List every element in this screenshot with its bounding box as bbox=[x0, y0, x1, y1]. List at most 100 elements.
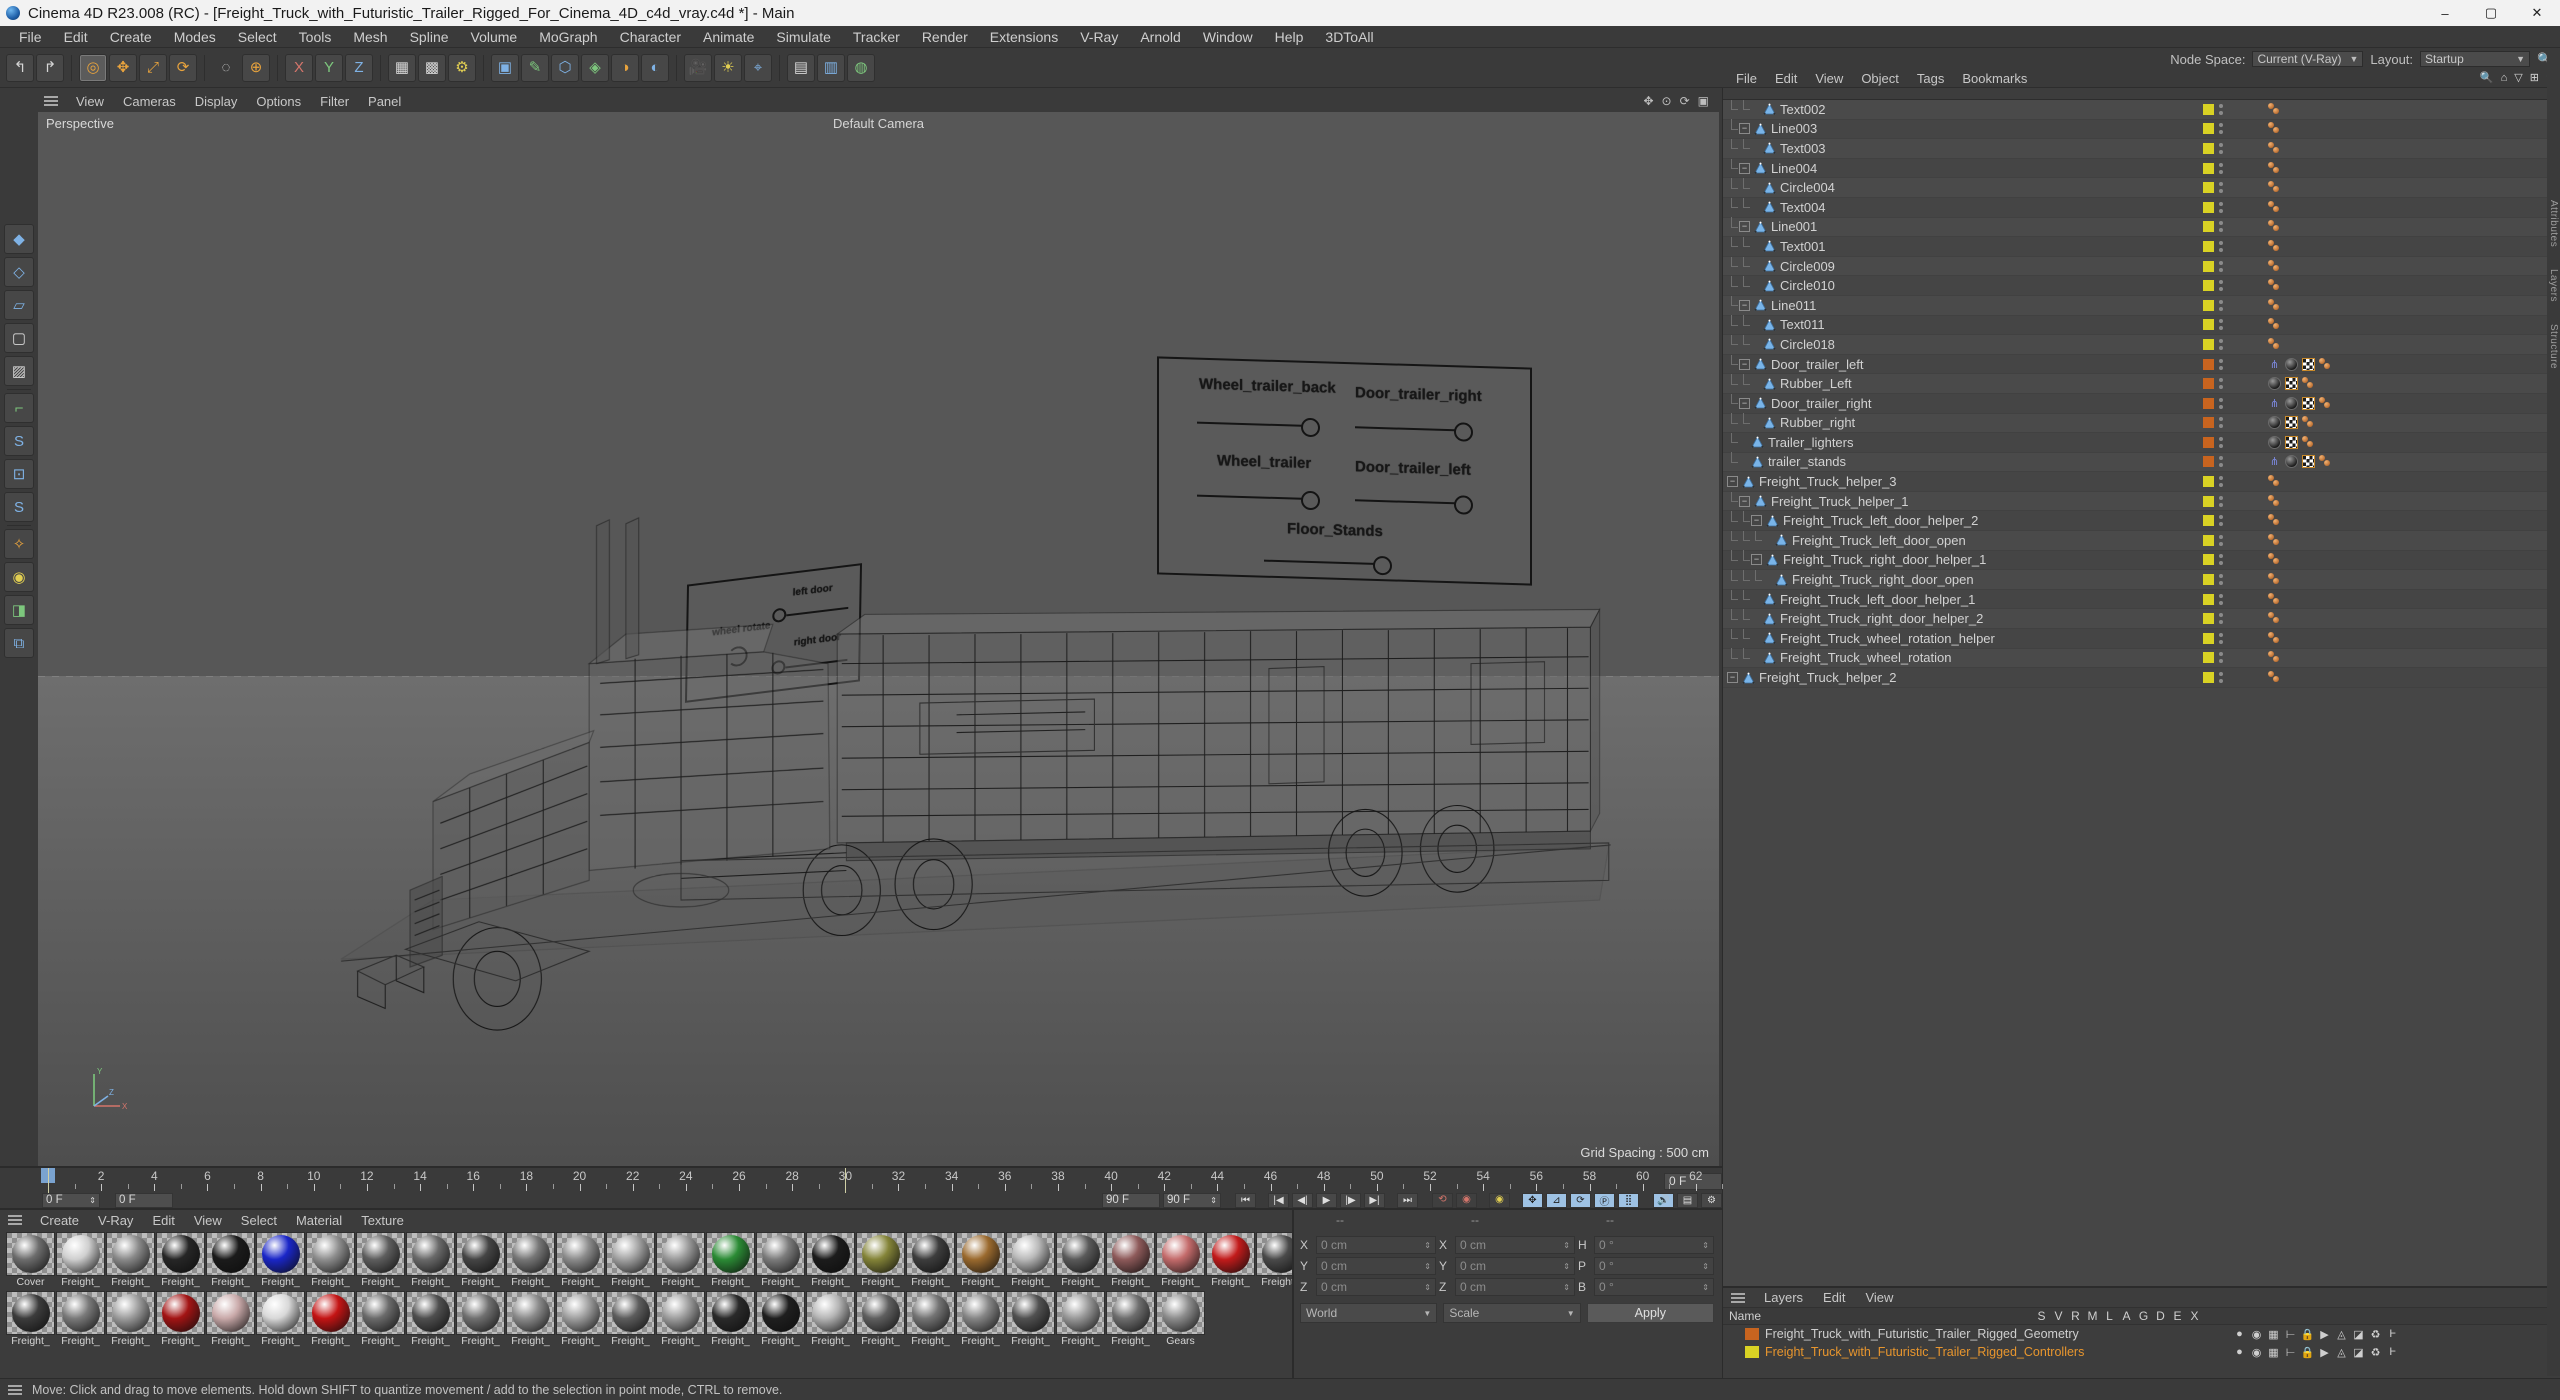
expand-toggle[interactable]: − bbox=[1739, 162, 1750, 174]
object-row[interactable]: Rubber_right bbox=[1723, 413, 2560, 434]
object-enable-dots[interactable] bbox=[2219, 632, 2223, 644]
material-cell[interactable]: Freight_ bbox=[856, 1291, 905, 1348]
material-preview[interactable] bbox=[1056, 1291, 1105, 1335]
material-menu-material[interactable]: Material bbox=[287, 1213, 351, 1228]
viewport-menu-display[interactable]: Display bbox=[186, 94, 247, 109]
object-enable-dots[interactable] bbox=[2219, 280, 2223, 292]
live-selection-tool[interactable]: ◎ bbox=[79, 53, 107, 82]
y-axis-lock-icon[interactable]: Y bbox=[315, 53, 343, 82]
menu-item-spline[interactable]: Spline bbox=[399, 26, 460, 48]
quantize-button[interactable]: ⊡ bbox=[4, 459, 34, 489]
goto-end-button[interactable]: ⏭ bbox=[1397, 1192, 1418, 1208]
material-preview[interactable] bbox=[1256, 1232, 1292, 1276]
material-cell[interactable]: Cover bbox=[6, 1232, 55, 1289]
menu-item-extensions[interactable]: Extensions bbox=[979, 26, 1069, 48]
viewport-menu-options[interactable]: Options bbox=[247, 94, 310, 109]
material-cell[interactable]: Freight_ bbox=[256, 1232, 305, 1289]
object-layer-chip[interactable] bbox=[2203, 319, 2223, 331]
protection-tag-icon[interactable] bbox=[2268, 553, 2281, 566]
subdivision-button[interactable]: ◈ bbox=[581, 53, 609, 82]
object-layer-chip[interactable] bbox=[2203, 632, 2223, 644]
object-row[interactable]: Text001 bbox=[1723, 236, 2560, 257]
layer-flag-r[interactable]: ▦ bbox=[2266, 1346, 2281, 1359]
axis-modify-button[interactable]: ✧ bbox=[4, 529, 34, 559]
object-manager-tree[interactable]: Text002 − Line003 Text003 − Line004 Circle004 T… bbox=[1723, 100, 2560, 1286]
menu-item-file[interactable]: File bbox=[8, 26, 53, 48]
scale-icon[interactable]: ⊿ bbox=[1546, 1192, 1567, 1208]
controller-handle[interactable] bbox=[771, 659, 786, 676]
object-layer-chip[interactable] bbox=[2203, 417, 2223, 429]
object-row[interactable]: − Freight_Truck_left_door_helper_2 bbox=[1723, 511, 2560, 532]
current-frame-field[interactable]: 0 F ⇕ bbox=[42, 1192, 100, 1208]
menu-item-render[interactable]: Render bbox=[911, 26, 979, 48]
texture-tag-icon[interactable] bbox=[2302, 396, 2315, 410]
material-preview[interactable] bbox=[6, 1232, 55, 1276]
object-layer-chip[interactable] bbox=[2203, 260, 2223, 272]
dolly-icon[interactable]: ⊙ bbox=[1662, 95, 1672, 107]
scale-tool[interactable]: ⤢ bbox=[139, 53, 167, 82]
object-row[interactable]: Freight_Truck_wheel_rotation_helper bbox=[1723, 628, 2560, 649]
coordinate-input[interactable]: 0 cm ⇕ bbox=[1455, 1257, 1575, 1275]
material-preview[interactable] bbox=[256, 1291, 305, 1335]
menu-item-edit[interactable]: Edit bbox=[53, 26, 99, 48]
object-row[interactable]: − Line003 bbox=[1723, 119, 2560, 140]
viewport-solo-button[interactable]: ◉ bbox=[4, 562, 34, 592]
workplane-button[interactable]: ⌐ bbox=[4, 393, 34, 423]
protection-tag-icon[interactable] bbox=[2268, 337, 2281, 351]
expand-toggle[interactable]: − bbox=[1739, 495, 1750, 507]
object-layer-chip[interactable] bbox=[2203, 476, 2223, 488]
maximize-button[interactable]: ▢ bbox=[2468, 0, 2514, 26]
timeline-settings-icon[interactable]: ⚙ bbox=[1701, 1192, 1722, 1208]
material-preview[interactable] bbox=[706, 1291, 755, 1335]
protection-tag-icon[interactable] bbox=[2319, 396, 2332, 410]
object-layer-chip[interactable] bbox=[2203, 240, 2223, 252]
material-preview[interactable] bbox=[1006, 1291, 1055, 1335]
object-row[interactable]: Freight_Truck_right_door_helper_2 bbox=[1723, 609, 2560, 630]
menu-item-tracker[interactable]: Tracker bbox=[842, 26, 911, 48]
material-preview[interactable] bbox=[906, 1291, 955, 1335]
object-enable-dots[interactable] bbox=[2219, 652, 2223, 664]
material-preview[interactable] bbox=[1156, 1232, 1205, 1276]
object-layer-chip[interactable] bbox=[2203, 358, 2223, 370]
preview-range-field[interactable]: 0 F bbox=[115, 1192, 173, 1208]
controller-handle[interactable] bbox=[1301, 490, 1320, 511]
material-preview[interactable] bbox=[806, 1232, 855, 1276]
material-cell[interactable]: Freight_ bbox=[756, 1291, 805, 1348]
material-preview[interactable] bbox=[406, 1291, 455, 1335]
object-enable-dots[interactable] bbox=[2219, 436, 2223, 448]
layout-select[interactable]: Startup ▼ bbox=[2420, 51, 2531, 67]
viewport-menu-filter[interactable]: Filter bbox=[311, 94, 358, 109]
material-cell[interactable]: Freight_ bbox=[1056, 1291, 1105, 1348]
object-enable-dots[interactable] bbox=[2219, 182, 2223, 194]
material-cell[interactable]: Freight_ bbox=[456, 1291, 505, 1348]
material-preview[interactable] bbox=[1156, 1291, 1205, 1335]
home-icon[interactable]: ⌂ bbox=[2501, 73, 2508, 84]
play-button[interactable]: ▶ bbox=[1316, 1192, 1337, 1208]
object-layer-chip[interactable] bbox=[2203, 201, 2223, 213]
object-enable-dots[interactable] bbox=[2219, 299, 2223, 311]
menu-item-v-ray[interactable]: V-Ray bbox=[1069, 26, 1129, 48]
coordinate-input[interactable]: 0 cm ⇕ bbox=[1455, 1278, 1575, 1296]
pla-icon[interactable]: ⣿ bbox=[1618, 1192, 1639, 1208]
protection-tag-icon[interactable] bbox=[2268, 631, 2281, 645]
protection-tag-icon[interactable] bbox=[2268, 651, 2281, 664]
material-cell[interactable]: Freight_ bbox=[1006, 1291, 1055, 1348]
material-cell[interactable]: Freight_ bbox=[656, 1232, 705, 1289]
material-cell[interactable]: Freight_ bbox=[856, 1232, 905, 1289]
material-cell[interactable]: Freight_ bbox=[906, 1232, 955, 1289]
object-enable-dots[interactable] bbox=[2219, 397, 2223, 409]
object-enable-dots[interactable] bbox=[2219, 240, 2223, 252]
material-preview[interactable] bbox=[1106, 1291, 1155, 1335]
max-frame-field[interactable]: 90 F ⇕ bbox=[1163, 1192, 1221, 1208]
material-tag-icon[interactable] bbox=[2285, 357, 2298, 371]
object-enable-dots[interactable] bbox=[2219, 417, 2223, 429]
material-cell[interactable]: Freight_ bbox=[506, 1291, 555, 1348]
object-row[interactable]: − Freight_Truck_helper_2 bbox=[1723, 668, 2560, 688]
material-cell[interactable]: Freight_ bbox=[806, 1291, 855, 1348]
material-cell[interactable]: Freight_ bbox=[406, 1232, 455, 1289]
material-cell[interactable]: Freight_ bbox=[156, 1232, 205, 1289]
spline-pen-button[interactable]: ✎ bbox=[521, 53, 549, 82]
camera-button[interactable]: 🎥 bbox=[684, 53, 712, 82]
object-enable-dots[interactable] bbox=[2219, 319, 2223, 331]
protection-tag-icon[interactable] bbox=[2268, 533, 2281, 547]
